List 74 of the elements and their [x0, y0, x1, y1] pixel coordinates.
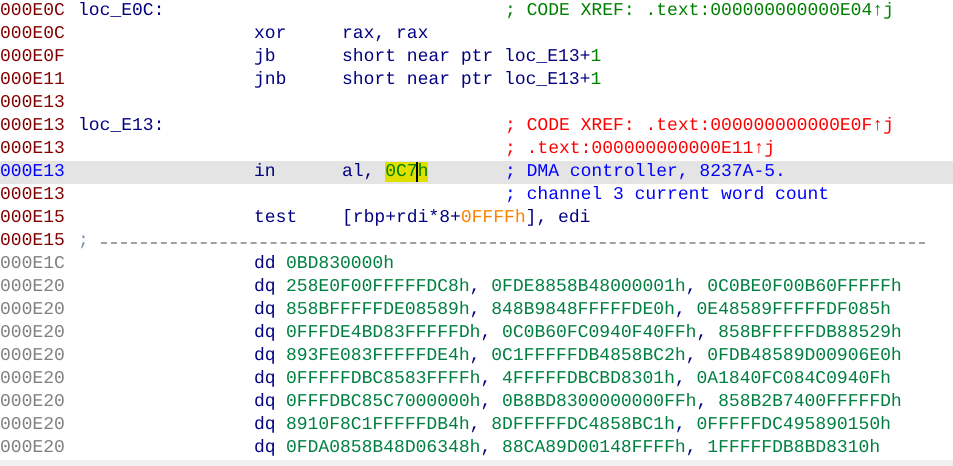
line-address: 000E13 — [0, 161, 66, 184]
listing-line[interactable]: 000E13 ; .text:000000000000E11↑j — [0, 138, 953, 161]
data-values: 0FDA0858B48D06348h, 88CA89D00148FFFFh, 1FFFFFDB8BD8310h — [286, 437, 880, 460]
comment-text: ; CODE XREF: .text:000000000000E04↑j — [505, 0, 894, 23]
line-address: 000E20 — [0, 437, 66, 460]
line-address: 000E20 — [0, 414, 66, 437]
line-address: 000E1C — [0, 253, 66, 276]
instruction-operand: [rbp+rdi*8+0FFFFh], edi — [342, 207, 590, 230]
line-address: 000E13 — [0, 184, 66, 207]
listing-line[interactable]: 000E1C dd 0BD830000h — [0, 253, 953, 276]
instruction-mnemonic: in — [254, 161, 277, 184]
listing-line[interactable]: 000E0F jb short near ptr loc_E13+1 — [0, 46, 953, 69]
listing-line[interactable]: 000E15 test [rbp+rdi*8+0FFFFh], edi — [0, 207, 953, 230]
data-values: 0BD830000h — [286, 253, 396, 276]
instruction-operand: short near ptr loc_E13+1 — [342, 69, 602, 92]
line-address: 000E15 — [0, 207, 66, 230]
instruction-operand: rax, rax — [342, 23, 430, 46]
line-address: 000E20 — [0, 345, 66, 368]
listing-line[interactable]: 000E13 ; channel 3 current word count — [0, 184, 953, 207]
listing-line[interactable]: 000E0C loc_E0C: ; CODE XREF: .text:000000000000E04↑j — [0, 0, 953, 23]
listing-line[interactable]: 000E20 dq 258E0F00FFFFFDC8h, 0FDE8858B48000001h, 0C0BE0F00B60FFFFFh — [0, 276, 953, 299]
data-directive: dd — [254, 253, 277, 276]
line-address: 000E0F — [0, 46, 66, 69]
data-values: 858BFFFFFDE08589h, 848B9848FFFFFDE0h, 0E48589FFFFFDF085h — [286, 299, 891, 322]
listing-line[interactable]: 000E20 dq 0FFFDE4BD83FFFFFDh, 0C0B60FC0940F40FFh, 858BFFFFFDB88529h — [0, 322, 953, 345]
data-directive: dq — [254, 322, 277, 345]
listing-line[interactable]: 000E0C xor rax, rax — [0, 23, 953, 46]
data-directive: dq — [254, 276, 277, 299]
comment-marker: ; — [78, 230, 89, 253]
data-directive: dq — [254, 345, 277, 368]
code-label: loc_E0C: — [78, 0, 164, 23]
data-directive: dq — [254, 391, 277, 414]
data-directive: dq — [254, 414, 277, 437]
line-address: 000E20 — [0, 368, 66, 391]
listing-line[interactable]: 000E11 jnb short near ptr loc_E13+1 — [0, 69, 953, 92]
data-directive: dq — [254, 299, 277, 322]
comment-text: ; .text:000000000000E11↑j — [505, 138, 776, 161]
instruction-mnemonic: test — [254, 207, 298, 230]
data-values: 8910F8C1FFFFFDB4h, 8DFFFFFDC4858BC1h, 0FFFFFDC495890150h — [286, 414, 891, 437]
listing-line[interactable]: 000E15 ; — [0, 230, 953, 253]
data-directive: dq — [254, 437, 277, 460]
line-address: 000E20 — [0, 391, 66, 414]
listing-line[interactable]: 000E13 — [0, 92, 953, 115]
listing-line[interactable]: 000E20 dq 0FDA0858B48D06348h, 88CA89D00148FFFFh, 1FFFFFDB8BD8310h — [0, 437, 953, 460]
line-address: 000E0C — [0, 23, 66, 46]
line-address: 000E13 — [0, 138, 66, 161]
comment-text: ; channel 3 current word count — [505, 184, 830, 207]
listing-line[interactable]: 000E20 dq 8910F8C1FFFFFDB4h, 8DFFFFFDC4858BC1h, 0FFFFFDC495890150h — [0, 414, 953, 437]
listing-line[interactable]: 000E20 dq 0FFFDBC85C7000000h, 0B8BD8300000000FFh, 858B2B7400FFFFFDh — [0, 391, 953, 414]
instruction-mnemonic: jnb — [254, 69, 288, 92]
line-address: 000E13 — [0, 92, 66, 115]
line-address: 000E20 — [0, 322, 66, 345]
line-address: 000E0C — [0, 0, 66, 23]
line-address: 000E20 — [0, 299, 66, 322]
instruction-mnemonic: jb — [254, 46, 277, 69]
data-values: 0FFFFFDBC8583FFFFh, 4FFFFFDBCBD8301h, 0A1840FC084C0940Fh — [286, 368, 891, 391]
data-values: 0FFFDE4BD83FFFFFDh, 0C0B60FC0940F40FFh, 858BFFFFFDB88529h — [286, 322, 902, 345]
listing-line[interactable]: 000E20 dq 893FE083FFFFFDE4h, 0C1FFFFFDB4858BC2h, 0FDB48589D00906E0h — [0, 345, 953, 368]
line-address: 000E15 — [0, 230, 66, 253]
line-address: 000E13 — [0, 115, 66, 138]
listing-line[interactable]: 000E20 dq 0FFFFFDBC8583FFFFh, 4FFFFFDBCBD8301h, 0A1840FC084C0940Fh — [0, 368, 953, 391]
code-label: loc_E13: — [78, 115, 164, 138]
data-values: 258E0F00FFFFFDC8h, 0FDE8858B48000001h, 0C0BE0F00B60FFFFFh — [286, 276, 902, 299]
line-address: 000E20 — [0, 276, 66, 299]
comment-text: ; DMA controller, 8237A-5. — [505, 161, 786, 184]
instruction-mnemonic: xor — [254, 23, 288, 46]
data-values: 0FFFDBC85C7000000h, 0B8BD8300000000FFh, 858B2B7400FFFFFDh — [286, 391, 902, 414]
line-address: 000E11 — [0, 69, 66, 92]
comment-text: ; CODE XREF: .text:000000000000E0F↑j — [505, 115, 894, 138]
data-directive: dq — [254, 368, 277, 391]
data-values: 893FE083FFFFFDE4h, 0C1FFFFFDB4858BC2h, 0FDB48589D00906E0h — [286, 345, 902, 368]
listing-line[interactable]: 000E20 dq 858BFFFFFDE08589h, 848B9848FFFFFDE0h, 0E48589FFFFFDF085h — [0, 299, 953, 322]
instruction-operand: short near ptr loc_E13+1 — [342, 46, 602, 69]
listing-line[interactable]: 000E13 loc_E13: ; CODE XREF: .text:000000000000E0F↑j — [0, 115, 953, 138]
